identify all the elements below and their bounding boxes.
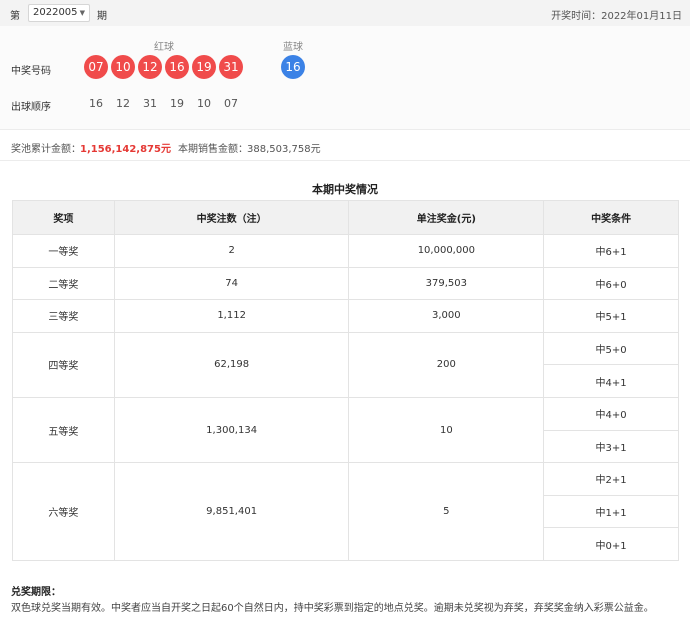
prize-condition: 中0+1 <box>543 527 679 561</box>
sales-label: 本期销售金额： <box>178 144 248 155</box>
red-ball-title: 红球 <box>154 42 174 53</box>
draw-order-label: 出球顺序 <box>11 102 51 113</box>
rules-title: 兑奖期限： <box>11 587 61 598</box>
blue-ball: 16 <box>281 55 305 79</box>
winner-count: 1,112 <box>113 299 350 333</box>
red-ball: 07 <box>84 55 108 79</box>
prize-level: 六等奖 <box>12 462 115 561</box>
table-row: 四等奖 62,198 200 中5+0 <box>12 331 679 398</box>
prize-condition: 中5+0 <box>543 331 679 366</box>
ball-section: 红球 蓝球 中奖号码 出球顺序 07 10 12 16 19 31 16 16 … <box>0 26 690 130</box>
red-ball: 19 <box>192 55 216 79</box>
chevron-down-icon: ▼ <box>79 9 85 17</box>
table-row: 五等奖 1,300,134 10 中4+0 <box>12 396 679 464</box>
winner-count: 2 <box>113 234 350 268</box>
prize-condition: 中4+0 <box>543 396 679 431</box>
prize-level: 三等奖 <box>12 299 115 333</box>
top-bar: 第 2022005 ▼ 期 开奖时间：2022年01月11日 <box>0 0 690 26</box>
prize-amount: 3,000 <box>348 299 545 333</box>
prize-amount: 10,000,000 <box>348 234 545 268</box>
issue-select[interactable]: 2022005 ▼ <box>28 4 90 22</box>
column-header: 单注奖金(元) <box>348 200 545 235</box>
red-ball: 12 <box>138 55 162 79</box>
draw-order-number: 10 <box>197 97 211 110</box>
issue-select-value: 2022005 <box>33 7 78 18</box>
table-row: 三等奖 1,112 3,000 中5+1 <box>12 299 679 333</box>
issue-prefix: 第 <box>10 11 20 22</box>
winner-count: 62,198 <box>113 331 350 398</box>
prize-level: 二等奖 <box>12 266 115 301</box>
prize-level: 五等奖 <box>12 396 115 464</box>
prize-condition: 中6+1 <box>543 234 679 268</box>
prize-condition: 中2+1 <box>543 462 679 496</box>
prize-amount: 5 <box>348 462 545 561</box>
pool-label: 奖池累计金额： <box>11 144 81 155</box>
table-title: 本期中奖情况 <box>312 183 378 196</box>
prize-level: 四等奖 <box>12 331 115 398</box>
prize-table: 奖项 中奖注数（注） 单注奖金(元) 中奖条件 一等奖 2 10,000,000… <box>12 200 679 561</box>
blue-ball-title: 蓝球 <box>283 42 303 53</box>
draw-order-number: 31 <box>143 97 157 110</box>
pool-value: 1,156,142,875元 <box>80 144 171 155</box>
prize-condition: 中4+1 <box>543 364 679 398</box>
column-header: 奖项 <box>12 200 115 235</box>
prize-amount: 200 <box>348 331 545 398</box>
column-header: 中奖条件 <box>543 200 679 235</box>
draw-order-number: 07 <box>224 97 238 110</box>
prize-condition: 中1+1 <box>543 494 679 529</box>
winner-count: 9,851,401 <box>113 462 350 561</box>
draw-order-number: 19 <box>170 97 184 110</box>
column-header: 中奖注数（注） <box>113 200 350 235</box>
prize-condition: 中3+1 <box>543 429 679 464</box>
table-row: 一等奖 2 10,000,000 中6+1 <box>12 234 679 268</box>
draw-order-number: 12 <box>116 97 130 110</box>
sales-value: 388,503,758元 <box>247 144 321 155</box>
prize-level: 一等奖 <box>12 234 115 268</box>
issue-suffix: 期 <box>97 11 107 22</box>
pool-info: 奖池累计金额： 1,156,142,875元 本期销售金额： 388,503,7… <box>0 131 690 161</box>
prize-amount: 379,503 <box>348 266 545 301</box>
winner-count: 1,300,134 <box>113 396 350 464</box>
table-header-row: 奖项 中奖注数（注） 单注奖金(元) 中奖条件 <box>12 200 679 235</box>
table-row: 六等奖 9,851,401 5 中2+1 <box>12 462 679 561</box>
winning-numbers-label: 中奖号码 <box>11 66 51 77</box>
prize-amount: 10 <box>348 396 545 464</box>
prize-condition: 中6+0 <box>543 266 679 301</box>
draw-order-number: 16 <box>89 97 103 110</box>
rules-text: 双色球兑奖当期有效。中奖者应当自开奖之日起60个自然日内，持中奖彩票到指定的地点… <box>11 603 654 614</box>
red-ball: 16 <box>165 55 189 79</box>
table-row: 二等奖 74 379,503 中6+0 <box>12 266 679 301</box>
red-ball: 10 <box>111 55 135 79</box>
prize-condition: 中5+1 <box>543 299 679 333</box>
red-ball: 31 <box>219 55 243 79</box>
draw-time: 开奖时间：2022年01月11日 <box>551 11 682 22</box>
winner-count: 74 <box>113 266 350 301</box>
